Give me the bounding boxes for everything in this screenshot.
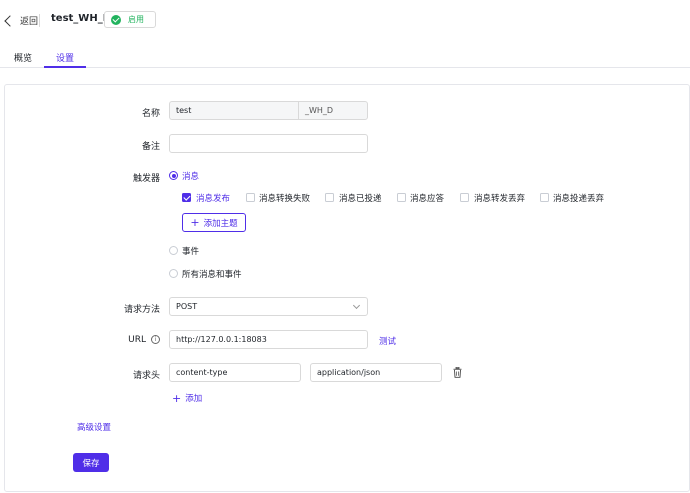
advanced-settings-link[interactable]: 高级设置 <box>77 421 111 433</box>
trigger-event-radio[interactable] <box>169 246 178 255</box>
header-key-input[interactable]: content-type <box>169 363 301 382</box>
msg-delivery-drop-checkbox[interactable] <box>540 193 549 202</box>
tab-bar: 概览 设置 <box>0 42 690 68</box>
back-button[interactable]: 返回 <box>4 14 38 27</box>
method-select[interactable]: POST <box>169 297 368 316</box>
name-input[interactable]: test <box>169 101 299 120</box>
page-header: 返回 test_WH_D 启用 <box>0 0 690 42</box>
trigger-message-label: 消息 <box>182 172 200 182</box>
info-icon[interactable]: i <box>151 335 160 344</box>
tab-settings[interactable]: 设置 <box>56 51 74 64</box>
msg-ack-label: 消息应答 <box>410 194 445 204</box>
add-header-button[interactable]: + 添加 <box>172 391 203 405</box>
remark-input[interactable] <box>169 134 368 153</box>
msg-delivery-drop-label: 消息投递丢弃 <box>553 194 605 204</box>
msg-delivered-label: 消息已投递 <box>339 194 382 204</box>
plus-icon: + <box>190 216 200 229</box>
trigger-label: 触发器 <box>132 174 160 184</box>
msg-ack-checkbox[interactable] <box>397 193 406 202</box>
trigger-all-label: 所有消息和事件 <box>182 270 242 280</box>
active-tab-indicator <box>44 66 86 68</box>
trigger-message-radio[interactable] <box>169 171 178 180</box>
back-label: 返回 <box>20 17 39 27</box>
name-suffix: _WH_D <box>298 101 368 120</box>
add-topic-label: 添加主题 <box>203 218 238 229</box>
status-badge: 启用 <box>104 11 156 28</box>
msg-forward-drop-checkbox[interactable] <box>460 193 469 202</box>
remark-label: 备注 <box>141 142 160 152</box>
method-value: POST <box>176 302 198 311</box>
header-divider <box>39 14 40 27</box>
trigger-all-radio[interactable] <box>169 269 178 278</box>
status-label: 启用 <box>128 15 144 24</box>
check-circle-icon <box>111 14 121 25</box>
plus-icon: + <box>172 391 182 405</box>
add-topic-button[interactable]: + 添加主题 <box>182 213 246 232</box>
headers-label: 请求头 <box>132 371 160 381</box>
page-title: test_WH_D <box>51 13 111 24</box>
name-label: 名称 <box>141 109 160 119</box>
msg-convert-fail-label: 消息转换失败 <box>259 194 311 204</box>
save-button[interactable]: 保存 <box>73 453 109 472</box>
test-url-link[interactable]: 测试 <box>379 335 396 347</box>
msg-delivered-checkbox[interactable] <box>325 193 334 202</box>
trash-icon[interactable] <box>453 367 462 378</box>
tab-overview[interactable]: 概览 <box>14 51 32 64</box>
msg-forward-drop-label: 消息转发丢弃 <box>474 194 526 204</box>
url-label: URL <box>128 335 146 345</box>
header-value-input[interactable]: application/json <box>310 363 442 382</box>
msg-publish-label: 消息发布 <box>196 194 231 204</box>
add-header-label: 添加 <box>185 394 203 404</box>
url-input[interactable]: http://127.0.0.1:18083 <box>169 330 368 349</box>
trigger-event-label: 事件 <box>182 247 200 257</box>
msg-publish-checkbox[interactable] <box>182 193 191 202</box>
chevron-left-icon <box>4 14 16 27</box>
method-label: 请求方法 <box>123 305 160 315</box>
msg-convert-fail-checkbox[interactable] <box>246 193 255 202</box>
